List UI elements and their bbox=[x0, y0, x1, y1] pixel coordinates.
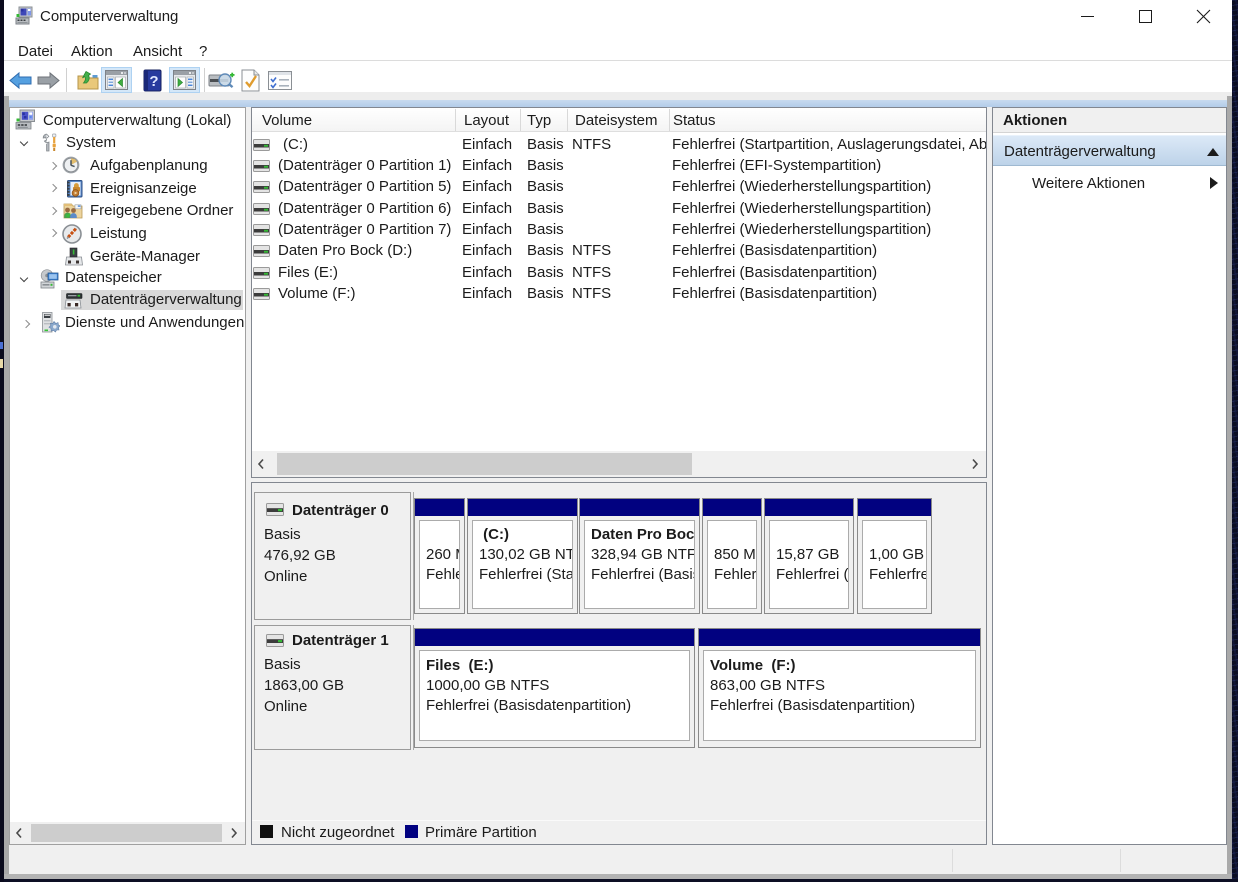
svg-text:?: ? bbox=[149, 73, 158, 90]
